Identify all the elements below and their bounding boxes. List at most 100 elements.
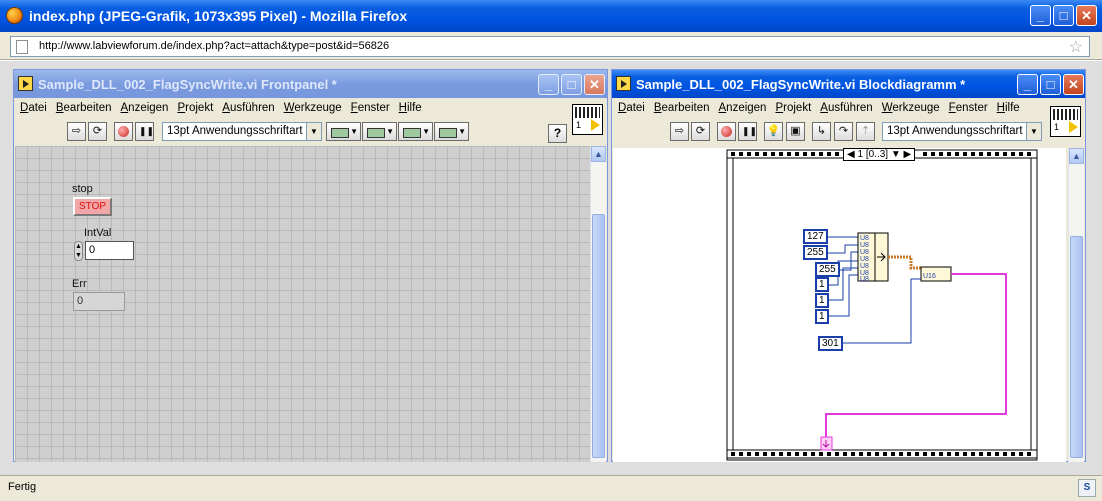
constant-1-b[interactable]: 1 (815, 293, 829, 308)
url-field[interactable]: http://www.labviewforum.de/index.php?act… (10, 36, 1090, 57)
firefox-icon (6, 7, 23, 24)
labview-icon (616, 76, 631, 91)
vi-icon-number: 1 (576, 120, 582, 130)
increment-decrement-icon[interactable]: ▲ ▼ (74, 241, 83, 261)
block-diagram-canvas[interactable]: U8 U8 U8 U8 U8 U8 U8 U16 127 255 255 1 1 1 301… (613, 148, 1066, 462)
svg-text:U8: U8 (860, 276, 869, 283)
svg-text:U8: U8 (860, 263, 869, 270)
browser-close-button[interactable]: ✕ (1076, 5, 1097, 26)
align-objects-icon[interactable]: ▼ (326, 122, 361, 141)
vi-connector-icon[interactable]: 1 (1050, 106, 1081, 137)
browser-title: index.php (JPEG-Grafik, 1073x395 Pixel) … (29, 8, 408, 24)
menu-datei[interactable]: Datei (20, 102, 47, 114)
abort-icon[interactable] (717, 122, 736, 141)
font-selector[interactable]: 13pt Anwendungsschriftart ▼ (162, 122, 322, 141)
run-arrow-icon[interactable]: ⇨ (67, 122, 86, 141)
constant-255[interactable]: 255 (803, 245, 828, 260)
font-selector[interactable]: 13pt Anwendungsschriftart ▼ (882, 122, 1042, 141)
fp-vertical-scrollbar[interactable]: ▲ (590, 146, 606, 462)
menu-werkzeuge[interactable]: Werkzeuge (284, 102, 342, 114)
bd-vertical-scrollbar[interactable]: ▲ (1068, 148, 1084, 462)
scroll-thumb[interactable] (592, 214, 605, 458)
constant-1-a[interactable]: 1 (815, 277, 829, 292)
abort-icon[interactable] (114, 122, 133, 141)
reorder-icon[interactable]: ▼ (434, 122, 469, 141)
browser-titlebar: index.php (JPEG-Grafik, 1073x395 Pixel) … (0, 0, 1102, 32)
url-text[interactable]: http://www.labviewforum.de/index.php?act… (39, 40, 389, 52)
distribute-objects-icon[interactable]: ▼ (362, 122, 397, 141)
addon-si-icon[interactable]: S (1078, 479, 1096, 497)
scroll-up-icon[interactable]: ▲ (591, 146, 606, 162)
context-help-button[interactable]: ? (548, 124, 567, 143)
menu-bearbeiten[interactable]: Bearbeiten (654, 102, 710, 114)
increment-frame-icon[interactable]: ▶ (904, 149, 912, 160)
fp-maximize-button[interactable]: □ (561, 74, 582, 95)
menu-hilfe[interactable]: Hilfe (399, 102, 422, 114)
bd-toolbar: ⇨ ⟳ 💡 ▣ ↳ ↷ ⇡ 13pt Anwendungsschriftart … (612, 106, 1085, 144)
bd-close-button[interactable]: ✕ (1063, 74, 1084, 95)
menu-hilfe[interactable]: Hilfe (997, 102, 1020, 114)
page-icon (16, 40, 28, 54)
front-panel-canvas[interactable]: stop STOP IntVal ▲ ▼ 0 Err 0 (15, 146, 593, 462)
decrement-frame-icon[interactable]: ◀ (847, 149, 855, 160)
run-continuously-icon[interactable]: ⟳ (88, 122, 107, 141)
block-diagram-titlebar: Sample_DLL_002_FlagSyncWrite.vi Blockdia… (612, 70, 1085, 98)
menu-fenster[interactable]: Fenster (949, 102, 988, 114)
fp-minimize-button[interactable]: _ (538, 74, 559, 95)
stop-button[interactable]: STOP (73, 197, 112, 216)
block-diagram-window: Sample_DLL_002_FlagSyncWrite.vi Blockdia… (611, 69, 1086, 462)
err-indicator: 0 (73, 292, 125, 311)
bd-minimize-button[interactable]: _ (1017, 74, 1038, 95)
film-strip-right (1030, 157, 1038, 451)
menu-ausfuehren[interactable]: Ausführen (222, 102, 274, 114)
constant-1-c[interactable]: 1 (815, 309, 829, 324)
menu-projekt[interactable]: Projekt (775, 102, 811, 114)
menu-anzeigen[interactable]: Anzeigen (121, 102, 169, 114)
menu-anzeigen[interactable]: Anzeigen (719, 102, 767, 114)
vi-connector-icon[interactable]: 1 (572, 104, 603, 135)
step-into-icon[interactable]: ↳ (812, 122, 831, 141)
browser-maximize-button[interactable]: □ (1053, 5, 1074, 26)
scroll-up-icon[interactable]: ▲ (1069, 148, 1084, 164)
run-continuously-icon[interactable]: ⟳ (691, 122, 710, 141)
menu-bearbeiten[interactable]: Bearbeiten (56, 102, 112, 114)
front-panel-window: Sample_DLL_002_FlagSyncWrite.vi Frontpan… (13, 69, 608, 462)
bd-maximize-button[interactable]: □ (1040, 74, 1061, 95)
constant-127[interactable]: 127 (803, 229, 828, 244)
stop-label: stop (72, 183, 93, 195)
pause-icon[interactable] (135, 122, 154, 141)
constant-301[interactable]: 301 (818, 336, 843, 351)
retain-wire-values-icon[interactable]: ▣ (786, 122, 805, 141)
browser-minimize-button[interactable]: _ (1030, 5, 1051, 26)
run-arrow-icon[interactable]: ⇨ (670, 122, 689, 141)
pause-icon[interactable] (738, 122, 757, 141)
scroll-thumb[interactable] (1070, 236, 1083, 458)
bookmark-star-icon[interactable]: ☆ (1069, 37, 1083, 57)
chevron-down-icon: ▼ (306, 123, 321, 140)
sequence-frame-selector[interactable]: ◀ 1 [0..3] ▼ ▶ (843, 148, 916, 161)
block-diagram-title: Sample_DLL_002_FlagSyncWrite.vi Blockdia… (636, 77, 966, 92)
constant-255-b[interactable]: 255 (815, 262, 840, 277)
labview-icon (18, 76, 33, 91)
svg-text:U8: U8 (860, 256, 869, 263)
menu-ausfuehren[interactable]: Ausführen (820, 102, 872, 114)
menu-fenster[interactable]: Fenster (351, 102, 390, 114)
step-over-icon[interactable]: ↷ (834, 122, 853, 141)
svg-text:U8: U8 (860, 242, 869, 249)
svg-text:U8: U8 (860, 235, 869, 242)
fp-close-button[interactable]: ✕ (584, 74, 605, 95)
err-label: Err (72, 278, 87, 290)
menu-werkzeuge[interactable]: Werkzeuge (882, 102, 940, 114)
chevron-down-icon[interactable]: ▼ (891, 149, 901, 160)
u16-node-label: U16 (923, 273, 936, 280)
film-strip-left (726, 157, 734, 451)
block-diagram-graphics: U8U8U8U8U8U8U8 U16 (726, 149, 1038, 461)
menu-datei[interactable]: Datei (618, 102, 645, 114)
step-out-icon[interactable]: ⇡ (856, 122, 875, 141)
intval-input[interactable]: 0 (85, 241, 134, 260)
resize-objects-icon[interactable]: ▼ (398, 122, 433, 141)
chevron-down-icon: ▼ (1026, 123, 1041, 140)
menu-projekt[interactable]: Projekt (177, 102, 213, 114)
browser-statusbar: Fertig S (0, 475, 1102, 501)
highlight-execution-icon[interactable]: 💡 (764, 122, 783, 141)
